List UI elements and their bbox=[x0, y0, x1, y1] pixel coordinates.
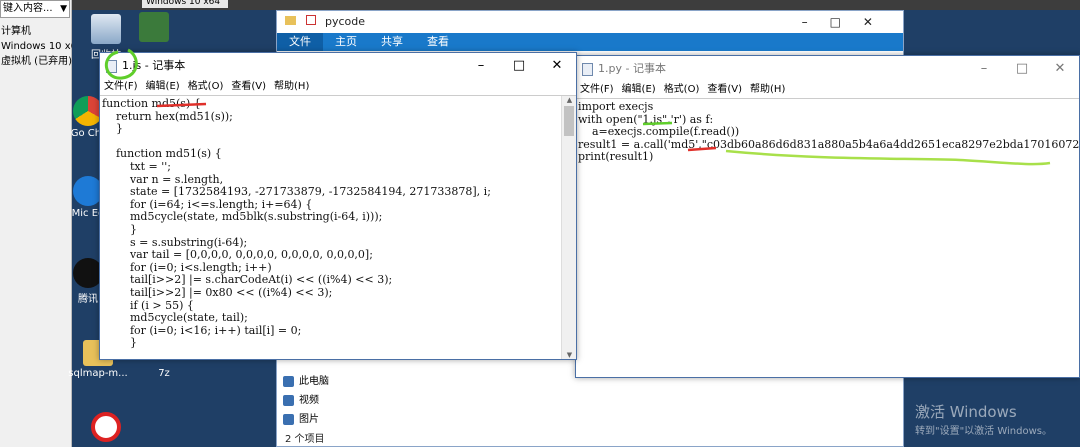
computer-icon bbox=[283, 376, 294, 387]
vm-search-input[interactable]: 键入内容... ▼ bbox=[0, 0, 70, 18]
notepad-icon bbox=[582, 63, 593, 76]
notepad-menubar: 文件(F) 编辑(E) 格式(O) 查看(V) 帮助(H) bbox=[100, 79, 576, 95]
nav-item-pictures[interactable]: 图片 bbox=[277, 410, 403, 429]
pictures-icon bbox=[283, 414, 294, 425]
menu-format[interactable]: 格式(O) bbox=[188, 79, 224, 95]
desktop-icon-vm[interactable] bbox=[130, 12, 178, 44]
notepad-title: 1.js - 记事本 bbox=[122, 59, 186, 72]
notepad-editor[interactable]: import execjs with open("1.js",'r') as f… bbox=[576, 98, 1079, 377]
minimize-button[interactable]: – bbox=[462, 53, 500, 79]
notepad-titlebar[interactable]: 1.py - 记事本 – □ ✕ bbox=[576, 56, 1079, 82]
desktop-icon-label: sqlmap-m... bbox=[68, 368, 128, 379]
minimize-button[interactable]: – bbox=[965, 56, 1003, 82]
vertical-scrollbar[interactable]: ▲ ▼ bbox=[561, 96, 576, 359]
video-icon bbox=[283, 395, 294, 406]
screenshot-root: 键入内容... ▼ 计算机 Windows 10 x64 虚拟机 (已弃用) W… bbox=[0, 0, 1080, 447]
chevron-down-icon[interactable]: ▼ bbox=[60, 1, 67, 17]
menu-edit[interactable]: 编辑(E) bbox=[146, 79, 180, 95]
scroll-thumb[interactable] bbox=[564, 106, 574, 136]
notepad-py-window: 1.py - 记事本 – □ ✕ 文件(F) 编辑(E) 格式(O) 查看(V)… bbox=[575, 55, 1080, 378]
menu-edit[interactable]: 编辑(E) bbox=[622, 82, 656, 98]
menu-help[interactable]: 帮助(H) bbox=[274, 79, 309, 95]
recycle-bin-icon bbox=[91, 14, 121, 44]
window-controls: – □ ✕ bbox=[965, 56, 1079, 82]
notepad-menubar: 文件(F) 编辑(E) 格式(O) 查看(V) 帮助(H) bbox=[576, 82, 1079, 98]
nav-item-this-pc[interactable]: 此电脑 bbox=[277, 372, 403, 391]
vm-tree-item-win10[interactable]: Windows 10 x64 bbox=[0, 39, 83, 54]
nav-item-videos[interactable]: 视频 bbox=[277, 391, 403, 410]
vm-library-panel: 键入内容... ▼ 计算机 Windows 10 x64 虚拟机 (已弃用) bbox=[0, 0, 83, 447]
activate-windows-watermark: 激活 Windows 转到"设置"以激活 Windows。 bbox=[915, 401, 1052, 437]
explorer-nav-pane: 此电脑 视频 图片 bbox=[277, 372, 403, 429]
notepad-js-window: 1.js - 记事本 – □ ✕ 文件(F) 编辑(E) 格式(O) 查看(V)… bbox=[99, 52, 577, 360]
explorer-title: pycode bbox=[325, 15, 366, 28]
explorer-titlebar[interactable]: pycode –□✕ bbox=[277, 11, 903, 33]
watermark-title: 激活 Windows bbox=[914, 403, 1017, 421]
vm-search-placeholder: 键入内容... bbox=[3, 3, 53, 14]
nav-label: 此电脑 bbox=[299, 376, 329, 387]
tab-share[interactable]: 共享 bbox=[369, 33, 415, 51]
vm-tree: 计算机 Windows 10 x64 虚拟机 (已弃用) bbox=[0, 24, 83, 69]
notepad-title: 1.py - 记事本 bbox=[598, 62, 666, 75]
vm-tree-item-deprecated[interactable]: 虚拟机 (已弃用) bbox=[0, 54, 83, 69]
nav-label: 图片 bbox=[299, 414, 319, 425]
menu-view[interactable]: 查看(V) bbox=[231, 79, 266, 95]
notepad-titlebar[interactable]: 1.js - 记事本 – □ ✕ bbox=[100, 53, 576, 79]
window-controls[interactable]: –□✕ bbox=[802, 11, 895, 33]
vm-tab[interactable]: Windows 10 x64 bbox=[142, 0, 228, 8]
checkbox-icon[interactable] bbox=[305, 15, 316, 25]
menu-help[interactable]: 帮助(H) bbox=[750, 82, 785, 98]
vm-shortcut-icon bbox=[139, 12, 169, 42]
folder-icon bbox=[285, 16, 296, 25]
maximize-button[interactable]: □ bbox=[500, 53, 538, 79]
scroll-down-icon[interactable]: ▼ bbox=[562, 351, 576, 359]
vm-tree-item-computer[interactable]: 计算机 bbox=[0, 24, 83, 39]
close-button[interactable]: ✕ bbox=[1041, 56, 1079, 82]
desktop-icon-label: 腾讯 bbox=[78, 294, 98, 305]
desktop-icon-label: 7z bbox=[158, 368, 170, 379]
tab-home[interactable]: 主页 bbox=[323, 33, 369, 51]
window-controls: – □ ✕ bbox=[462, 53, 576, 79]
close-button[interactable]: ✕ bbox=[538, 53, 576, 79]
no-entry-icon bbox=[91, 412, 121, 442]
code-text[interactable]: import execjs with open("1.js",'r') as f… bbox=[576, 99, 1079, 164]
menu-file[interactable]: 文件(F) bbox=[104, 79, 138, 95]
watermark-subtitle: 转到"设置"以激活 Windows。 bbox=[914, 426, 1052, 437]
notepad-icon bbox=[106, 60, 117, 73]
menu-file[interactable]: 文件(F) bbox=[580, 82, 614, 98]
explorer-status: 2 个项目 bbox=[285, 434, 325, 445]
code-text[interactable]: function md5(s) { return hex(md51(s)); }… bbox=[100, 96, 576, 350]
notepad-editor[interactable]: function md5(s) { return hex(md51(s)); }… bbox=[100, 95, 576, 359]
menu-view[interactable]: 查看(V) bbox=[707, 82, 742, 98]
scroll-up-icon[interactable]: ▲ bbox=[562, 96, 576, 104]
nav-label: 视频 bbox=[299, 395, 319, 406]
maximize-button[interactable]: □ bbox=[1003, 56, 1041, 82]
menu-format[interactable]: 格式(O) bbox=[664, 82, 700, 98]
desktop-icon-blocked[interactable] bbox=[82, 412, 130, 444]
tab-file[interactable]: 文件 bbox=[277, 33, 323, 51]
tab-view[interactable]: 查看 bbox=[415, 33, 461, 51]
explorer-ribbon: 文件 主页 共享 查看 bbox=[277, 33, 903, 51]
